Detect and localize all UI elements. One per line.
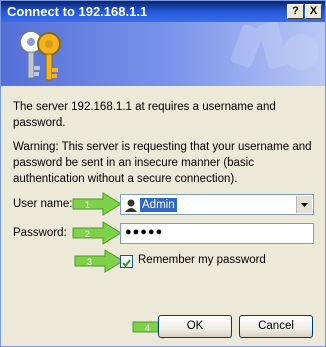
step-arrow-3: 3 <box>74 249 124 273</box>
password-field[interactable]: ●●●●● <box>120 223 314 244</box>
remember-checkbox[interactable] <box>120 255 133 268</box>
remember-label[interactable]: Remember my password <box>138 254 266 266</box>
step-arrow-2: 2 <box>72 221 122 245</box>
ok-button[interactable]: OK <box>158 315 232 338</box>
step-number-1: 1 <box>85 200 90 210</box>
username-dropdown-button[interactable] <box>296 196 312 213</box>
username-value: Admin <box>140 198 177 212</box>
close-button[interactable]: X <box>305 4 322 19</box>
keys-icon <box>19 30 61 81</box>
password-label: Password: <box>13 227 67 239</box>
step-number-2: 2 <box>85 229 90 239</box>
help-button[interactable]: ? <box>287 4 304 19</box>
banner-graphic <box>19 22 319 81</box>
step-arrow-1: 1 <box>72 192 122 216</box>
title-bar: Connect to 192.168.1.1 ? X <box>1 1 325 22</box>
username-label: User name: <box>13 198 73 210</box>
security-warning: Warning: This server is requesting that … <box>13 141 312 185</box>
dialog-content: The server 192.168.1.1 at requires a use… <box>1 86 325 346</box>
login-dialog: Connect to 192.168.1.1 ? X The server 19… <box>0 0 326 347</box>
banner <box>1 22 325 86</box>
server-message: The server 192.168.1.1 at requires a use… <box>13 101 276 129</box>
password-mask: ●●●●● <box>125 226 164 238</box>
chevron-down-icon <box>301 203 308 207</box>
username-combobox[interactable]: Admin <box>120 194 314 215</box>
user-icon <box>125 199 137 212</box>
window-title: Connect to 192.168.1.1 <box>7 4 148 19</box>
checkmark-icon <box>122 259 131 268</box>
cancel-button[interactable]: Cancel <box>239 315 313 338</box>
step-number-3: 3 <box>87 257 92 267</box>
step-number-4: 4 <box>145 323 150 333</box>
